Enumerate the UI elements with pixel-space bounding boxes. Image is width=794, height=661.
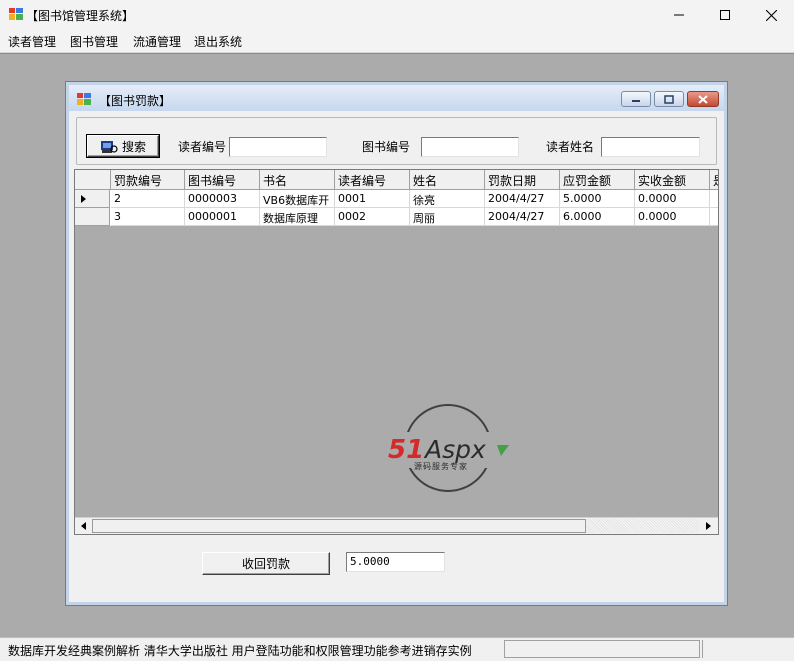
table-cell[interactable]: [710, 190, 718, 208]
book-id-label: 图书编号: [362, 140, 411, 154]
menu-reader-management[interactable]: 读者管理: [8, 33, 56, 50]
reader-id-label: 读者编号: [178, 140, 227, 154]
search-button-label: 搜索: [121, 139, 146, 154]
status-panel: [702, 640, 790, 658]
table-cell[interactable]: 2: [111, 190, 185, 208]
table-row[interactable]: 2 0000003 VB6数据库开 0001 徐亮 2004/4/27 5.00…: [75, 190, 718, 208]
child-title: 【图书罚款】: [99, 94, 172, 108]
table-cell[interactable]: VB6数据库开: [260, 190, 335, 208]
status-text: 数据库开发经典案例解析 清华大学出版社 用户登陆功能和权限管理功能参考进销存实例: [8, 644, 472, 658]
status-bar: 数据库开发经典案例解析 清华大学出版社 用户登陆功能和权限管理功能参考进销存实例: [0, 637, 794, 661]
horizontal-scrollbar[interactable]: [75, 517, 718, 534]
row-header[interactable]: [75, 190, 110, 208]
table-cell[interactable]: 0002: [335, 208, 410, 226]
scroll-track[interactable]: [586, 519, 699, 533]
book-id-input[interactable]: [421, 137, 519, 157]
maximize-icon: [720, 10, 730, 20]
menu-circulation-management[interactable]: 流通管理: [133, 33, 181, 50]
51aspx-watermark-logo: 51 Aspx 源码服务专家: [387, 404, 513, 492]
current-row-icon: [81, 195, 86, 203]
table-cell[interactable]: 3: [111, 208, 185, 226]
window-icon: [77, 93, 91, 105]
column-header[interactable]: 图书编号: [185, 170, 260, 190]
table-cell[interactable]: 周丽: [410, 208, 485, 226]
scroll-left-button[interactable]: [75, 518, 92, 534]
child-close-button[interactable]: [687, 91, 719, 107]
fine-window: 【图书罚款】 搜索 读者编号 图书编号 读者姓名 罚款编号 图书编号 书名 读者…: [65, 81, 728, 606]
child-client-area: 搜索 读者编号 图书编号 读者姓名 罚款编号 图书编号 书名 读者编号 姓名 罚…: [69, 111, 724, 602]
reader-name-input[interactable]: [601, 137, 700, 157]
table-cell[interactable]: 徐亮: [410, 190, 485, 208]
close-button[interactable]: [748, 0, 794, 30]
reader-name-label: 读者姓名: [546, 140, 595, 154]
arrow-left-icon: [80, 522, 86, 530]
menu-bar: 读者管理 图书管理 流通管理 退出系统: [0, 30, 794, 53]
scroll-right-button[interactable]: [699, 518, 716, 534]
table-cell[interactable]: 0001: [335, 190, 410, 208]
table-cell[interactable]: 0000003: [185, 190, 260, 208]
logo-tagline: 源码服务专家: [414, 461, 468, 471]
menu-exit-system[interactable]: 退出系统: [194, 33, 242, 50]
logo-text-51: 51: [388, 435, 424, 465]
menu-book-management[interactable]: 图书管理: [70, 33, 118, 50]
table-cell[interactable]: 数据库原理: [260, 208, 335, 226]
reader-id-input[interactable]: [229, 137, 327, 157]
close-icon: [698, 94, 708, 104]
grid-header-row: 罚款编号 图书编号 书名 读者编号 姓名 罚款日期 应罚金额 实收金额 是: [75, 170, 718, 190]
minimize-icon: [674, 14, 684, 16]
maximize-button[interactable]: [702, 0, 748, 30]
child-minimize-button[interactable]: [621, 91, 651, 107]
restore-icon: [664, 94, 674, 104]
table-cell[interactable]: 2004/4/27: [485, 190, 560, 208]
minimize-button[interactable]: [656, 0, 702, 30]
column-header[interactable]: 罚款编号: [111, 170, 185, 190]
column-header[interactable]: 姓名: [410, 170, 485, 190]
window-titlebar: 【图书馆管理系统】: [0, 0, 794, 30]
search-icon: [100, 141, 118, 153]
column-header[interactable]: 应罚金额: [560, 170, 635, 190]
table-cell[interactable]: 5.0000: [560, 190, 635, 208]
table-cell[interactable]: 0.0000: [635, 190, 710, 208]
window-title: 【图书馆管理系统】: [26, 9, 135, 23]
table-cell[interactable]: 0.0000: [635, 208, 710, 226]
minimize-icon: [632, 100, 640, 102]
scroll-thumb[interactable]: [92, 519, 586, 533]
app-icon: [9, 8, 23, 20]
status-panel: [504, 640, 700, 658]
column-header[interactable]: 实收金额: [635, 170, 710, 190]
row-header[interactable]: [75, 208, 110, 226]
child-restore-button[interactable]: [654, 91, 684, 107]
recover-fine-button[interactable]: 收回罚款: [202, 552, 330, 575]
column-header[interactable]: 读者编号: [335, 170, 410, 190]
table-cell[interactable]: 2004/4/27: [485, 208, 560, 226]
fine-amount-field[interactable]: 5.0000: [346, 552, 445, 572]
table-cell[interactable]: [710, 208, 718, 226]
arrow-right-icon: [705, 522, 711, 530]
child-titlebar: 【图书罚款】: [69, 85, 724, 111]
table-cell[interactable]: 0000001: [185, 208, 260, 226]
table-row[interactable]: 3 0000001 数据库原理 0002 周丽 2004/4/27 6.0000…: [75, 208, 718, 226]
column-header[interactable]: 罚款日期: [485, 170, 560, 190]
close-icon: [765, 9, 777, 21]
grid-corner-cell: [75, 170, 111, 190]
search-button[interactable]: 搜索: [86, 134, 160, 158]
column-header[interactable]: 是: [710, 170, 718, 190]
logo-text-aspx: Aspx: [423, 435, 486, 464]
table-cell[interactable]: 6.0000: [560, 208, 635, 226]
column-header[interactable]: 书名: [260, 170, 335, 190]
